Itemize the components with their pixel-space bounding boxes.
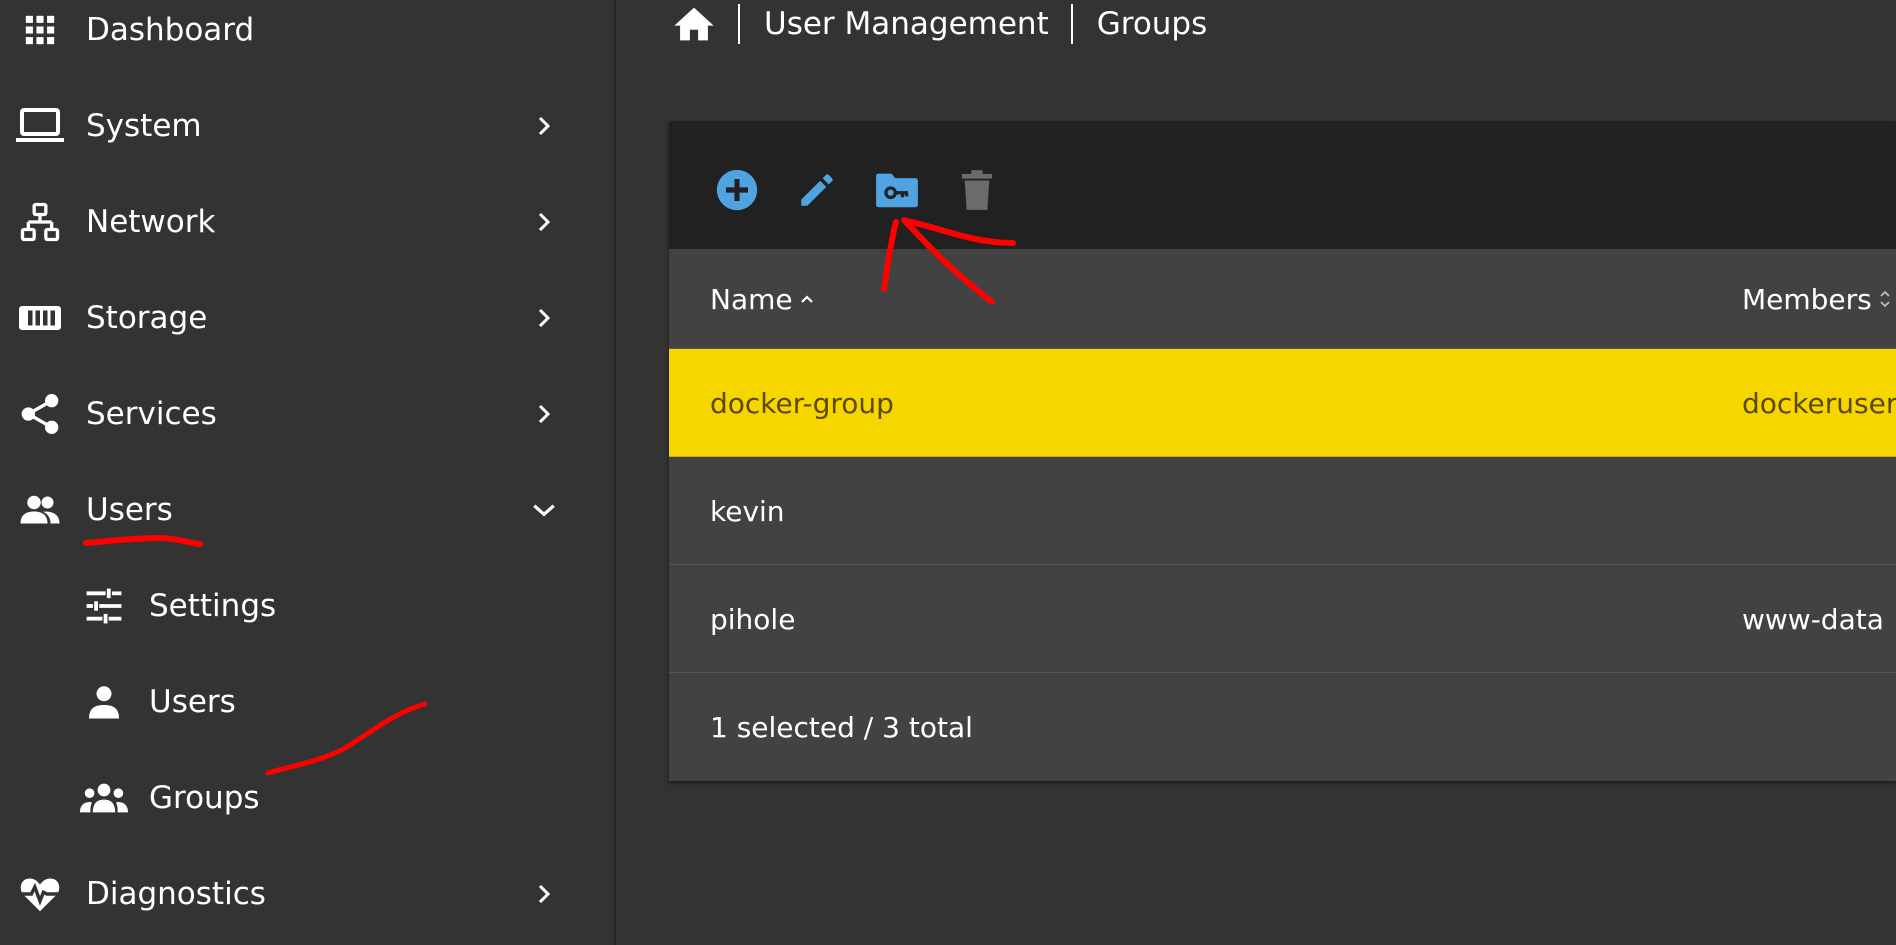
shared-folder-permissions-button[interactable] xyxy=(869,164,925,220)
column-header-label: Name xyxy=(710,282,793,316)
cell-name: docker-group xyxy=(710,386,894,420)
storage-icon xyxy=(16,294,64,342)
cell-name: pihole xyxy=(710,602,796,636)
sidebar-item-label: Storage xyxy=(86,300,208,336)
sidebar-item-label: Services xyxy=(86,396,217,432)
home-icon[interactable] xyxy=(672,2,716,46)
sidebar-subitem-label: Groups xyxy=(149,780,260,816)
breadcrumb-user-management[interactable]: User Management xyxy=(764,6,1049,42)
column-header-name[interactable]: Name xyxy=(710,249,815,349)
cell-name: kevin xyxy=(710,494,785,528)
laptop-icon xyxy=(16,102,64,150)
table-row[interactable]: docker-group dockeruser, xyxy=(669,349,1896,457)
sidebar-subitem-label: Settings xyxy=(149,588,277,624)
grid-icon xyxy=(16,6,64,54)
sidebar-item-services[interactable]: Services xyxy=(0,366,614,462)
delete-group-button[interactable] xyxy=(949,164,1005,220)
chevron-right-icon xyxy=(524,202,564,242)
add-group-button[interactable] xyxy=(709,164,765,220)
breadcrumb-separator xyxy=(738,4,740,44)
groups-table-card: Name Members docker-group dockeruser, ke xyxy=(669,121,1896,781)
sidebar-item-dashboard[interactable]: Dashboard xyxy=(0,0,614,78)
table-row[interactable]: pihole www-data xyxy=(669,565,1896,673)
cell-members: dockeruser, xyxy=(1742,386,1896,420)
sidebar-item-network[interactable]: Network xyxy=(0,174,614,270)
user-icon xyxy=(80,678,128,726)
sidebar-item-label: Network xyxy=(86,204,216,240)
chevron-right-icon xyxy=(524,874,564,914)
sidebar-item-users[interactable]: Users xyxy=(0,462,614,558)
sidebar-item-label: Users xyxy=(86,492,173,528)
table-row[interactable]: kevin xyxy=(669,457,1896,565)
column-header-label: Members xyxy=(1742,282,1872,316)
main-content: User Management Groups Name Members dock… xyxy=(616,0,1896,945)
sort-unsorted-icon xyxy=(1878,287,1892,311)
trash-icon xyxy=(960,169,994,215)
sidebar-item-storage[interactable]: Storage xyxy=(0,270,614,366)
sidebar-subitem-users[interactable]: Users xyxy=(0,654,614,750)
sidebar-item-label: Dashboard xyxy=(86,12,255,48)
heartbeat-icon xyxy=(16,870,64,918)
breadcrumb-groups: Groups xyxy=(1096,6,1208,42)
chevron-right-icon xyxy=(524,298,564,338)
cell-members: www-data xyxy=(1742,602,1884,636)
table-header: Name Members xyxy=(669,249,1896,349)
sidebar-item-label: System xyxy=(86,108,202,144)
app-root: Dashboard System Network Storage Service… xyxy=(0,0,1896,945)
sliders-icon xyxy=(80,582,128,630)
chevron-down-icon xyxy=(524,490,564,530)
breadcrumb-separator xyxy=(1070,4,1073,44)
sidebar-subitem-groups[interactable]: Groups xyxy=(0,750,614,846)
share-icon xyxy=(16,390,64,438)
column-header-members[interactable]: Members xyxy=(1742,249,1892,349)
edit-group-button[interactable] xyxy=(789,164,845,220)
folder-key-icon xyxy=(875,170,919,214)
sidebar-item-label: Diagnostics xyxy=(86,876,266,912)
table-toolbar xyxy=(669,121,1896,249)
groups-icon xyxy=(80,774,128,822)
sidebar-subitem-label: Users xyxy=(149,684,236,720)
selection-count: 1 selected / 3 total xyxy=(710,711,973,744)
add-circle-icon xyxy=(715,168,759,216)
sort-ascending-icon xyxy=(799,291,815,307)
chevron-right-icon xyxy=(524,394,564,434)
breadcrumb: User Management Groups xyxy=(672,0,1207,48)
network-icon xyxy=(16,198,64,246)
users-icon xyxy=(16,486,64,534)
sidebar-subitem-settings[interactable]: Settings xyxy=(0,558,614,654)
sidebar-item-diagnostics[interactable]: Diagnostics xyxy=(0,846,614,942)
sidebar-item-system[interactable]: System xyxy=(0,78,614,174)
chevron-right-icon xyxy=(524,106,564,146)
sidebar: Dashboard System Network Storage Service… xyxy=(0,0,616,945)
pencil-icon xyxy=(796,169,838,215)
